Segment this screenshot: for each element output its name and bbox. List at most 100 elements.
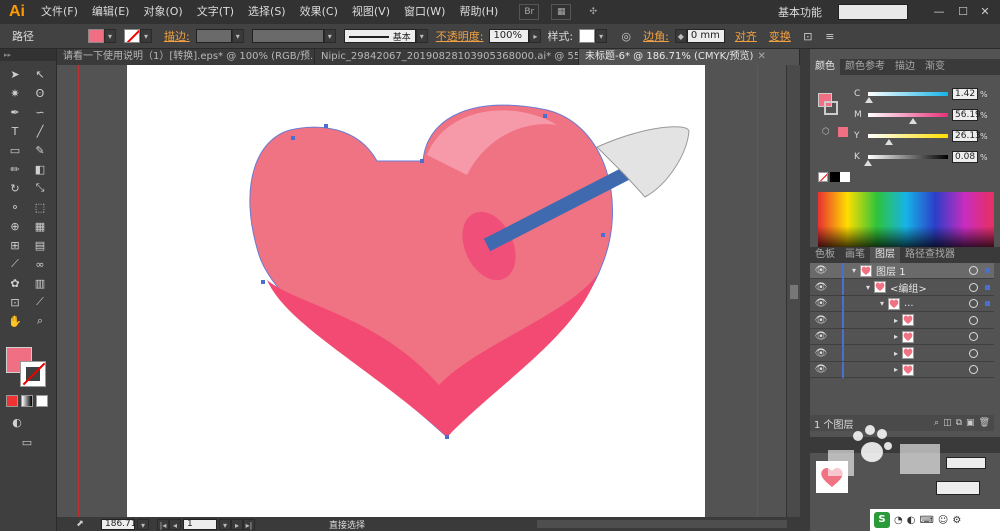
help-search-input[interactable] — [838, 4, 908, 20]
close-button[interactable]: ✕ — [976, 4, 994, 20]
expand-arrow-icon[interactable]: ▸ — [894, 349, 898, 358]
recolor-icon[interactable]: ◎ — [615, 27, 637, 45]
layer-row[interactable]: 👁 ▸ — [810, 328, 994, 345]
menu-item[interactable]: 窗口(W) — [397, 0, 452, 24]
prev-artboard-icon[interactable]: ◂ — [169, 518, 181, 530]
canvas-area[interactable] — [57, 65, 800, 517]
horizontal-scrollbar[interactable] — [537, 520, 787, 528]
last-artboard-icon[interactable]: ▸| — [243, 518, 255, 530]
target-circle-icon[interactable] — [969, 299, 978, 308]
align-link[interactable]: 对齐 — [735, 28, 757, 44]
screen-mode-icon[interactable]: ▭ — [16, 433, 38, 451]
none-mode-icon[interactable] — [36, 395, 48, 407]
heart-illustration[interactable] — [127, 65, 705, 517]
menu-item[interactable]: 视图(V) — [345, 0, 397, 24]
selection-arrow-tool-icon[interactable]: ➤ — [4, 65, 26, 83]
layer-row[interactable]: 👁 ▾... — [810, 295, 994, 312]
menu-item[interactable]: 编辑(E) — [85, 0, 137, 24]
warp-tool-icon[interactable]: ⚬ — [4, 198, 26, 216]
tray-icon[interactable]: ⚙ — [952, 515, 961, 526]
target-circle-icon[interactable] — [969, 266, 978, 275]
visibility-eye-icon[interactable]: 👁 — [814, 331, 828, 342]
slider-knob[interactable] — [865, 97, 874, 103]
tray-icon[interactable]: ⌨ — [919, 515, 933, 526]
fill-dropdown-icon[interactable]: ▾ — [104, 29, 116, 43]
panel-options-icon[interactable]: ≡ — [819, 27, 841, 45]
opacity-field[interactable]: 100% — [489, 29, 530, 43]
variable-width-dropdown-icon[interactable]: ▾ — [323, 29, 336, 43]
hand-tool-icon[interactable]: ✋ — [4, 312, 26, 330]
rotate-tool-icon[interactable]: ↻ — [4, 179, 26, 197]
visibility-eye-icon[interactable]: 👁 — [814, 282, 828, 293]
brush-definition-field[interactable]: 基本 — [343, 29, 416, 43]
cmyk-value-field[interactable]: 0.08 — [952, 151, 978, 163]
first-artboard-icon[interactable]: |◂ — [157, 518, 169, 530]
layers-panel-tab[interactable]: 画笔 — [840, 247, 870, 263]
zoom-field[interactable]: 186.71 — [101, 518, 137, 530]
layer-row[interactable]: 👁 ▸ — [810, 361, 994, 378]
color-panel-tab[interactable]: 渐变 — [920, 59, 950, 75]
layers-panel-tab[interactable]: 图层 — [870, 247, 900, 263]
menu-item[interactable]: 对象(O) — [136, 0, 189, 24]
next-artboard-icon[interactable]: ▸ — [231, 518, 243, 530]
layer-name[interactable]: 图层 1 — [876, 263, 906, 278]
brush-dropdown-icon[interactable]: ▾ — [415, 29, 428, 43]
black-swatch[interactable] — [830, 172, 840, 182]
gradient-mode-icon[interactable] — [21, 395, 33, 407]
slider-knob[interactable] — [908, 118, 917, 124]
line-tool-icon[interactable]: ╱ — [29, 122, 51, 140]
close-tab-icon[interactable]: ✕ — [757, 51, 765, 62]
color-stroke-icon[interactable] — [824, 101, 838, 115]
zoom-tool-icon[interactable]: ⌕ — [29, 312, 51, 330]
free-transform-tool-icon[interactable]: ⬚ — [29, 198, 51, 216]
visibility-eye-icon[interactable]: 👁 — [814, 364, 828, 375]
layer-name[interactable]: ... — [904, 298, 914, 309]
none-swatch[interactable] — [818, 172, 828, 182]
artboard-tool-icon[interactable]: ⊡ — [4, 293, 26, 311]
eyedropper-tool-icon[interactable]: ⟋ — [4, 255, 26, 273]
color-spectrum[interactable] — [818, 192, 994, 254]
stroke-square[interactable] — [20, 361, 46, 387]
tray-icon[interactable]: ◔ — [894, 515, 903, 526]
gamut-swatch[interactable] — [838, 127, 848, 137]
gradient-tool-icon[interactable]: ▤ — [29, 236, 51, 254]
zoom-dropdown-icon[interactable]: ▾ — [137, 518, 149, 530]
layers-panel-tab[interactable]: 色板 — [810, 247, 840, 263]
layer-name[interactable]: <编组> — [890, 280, 927, 295]
cmyk-slider[interactable] — [865, 92, 948, 103]
expand-arrow-icon[interactable]: ▾ — [852, 266, 856, 275]
magic-wand-tool-icon[interactable]: ✷ — [4, 84, 26, 102]
artboard-number-field[interactable]: 1 — [183, 518, 217, 530]
shape-builder-tool-icon[interactable]: ⊕ — [4, 217, 26, 235]
menu-item[interactable]: 效果(C) — [293, 0, 345, 24]
corner-label[interactable]: 边角: — [643, 28, 669, 44]
white-swatch[interactable] — [840, 172, 850, 182]
type-tool-icon[interactable]: T — [4, 122, 26, 140]
cmyk-value-field[interactable]: 26.13 — [952, 130, 981, 142]
stroke-weight-dropdown-icon[interactable]: ▾ — [231, 29, 244, 43]
expand-arrow-icon[interactable]: ▸ — [894, 332, 898, 341]
visibility-eye-icon[interactable]: 👁 — [814, 315, 828, 326]
opacity-label[interactable]: 不透明度: — [436, 28, 484, 44]
color-panel-tab[interactable]: 描边 — [890, 59, 920, 75]
pen-tool-icon[interactable]: ✒ — [4, 103, 26, 121]
layer-row[interactable]: 👁 ▸ — [810, 345, 994, 362]
layer-row[interactable]: 👁 ▾ 图层 1 — [810, 262, 994, 279]
target-circle-icon[interactable] — [969, 365, 978, 374]
corner-stepper-icon[interactable]: ◆ — [674, 29, 687, 43]
cmyk-slider[interactable] — [864, 155, 948, 166]
perspective-tool-icon[interactable]: ▦ — [29, 217, 51, 235]
transform-link[interactable]: 变换 — [769, 28, 791, 44]
slider-knob[interactable] — [884, 139, 893, 145]
cmyk-value-field[interactable]: 1.42 — [952, 88, 978, 100]
target-circle-icon[interactable] — [969, 332, 978, 341]
eraser-tool-icon[interactable]: ◧ — [29, 160, 51, 178]
style-dropdown-icon[interactable]: ▾ — [595, 29, 608, 43]
gpu-icon[interactable]: ✣ — [583, 4, 603, 20]
document-tab[interactable]: 请看一下使用说明（1）[转换].eps* @ 100% (RGB/预...✕ — [57, 49, 315, 65]
fill-stroke-widget[interactable] — [6, 347, 50, 391]
cmyk-value-field[interactable]: 56.19 — [952, 109, 981, 121]
document-tab[interactable]: Nipic_29842067_20190828103905368000.ai* … — [315, 49, 579, 65]
scale-tool-icon[interactable]: ⤡ — [29, 179, 51, 197]
artboard-dropdown-icon[interactable]: ▾ — [219, 518, 231, 530]
